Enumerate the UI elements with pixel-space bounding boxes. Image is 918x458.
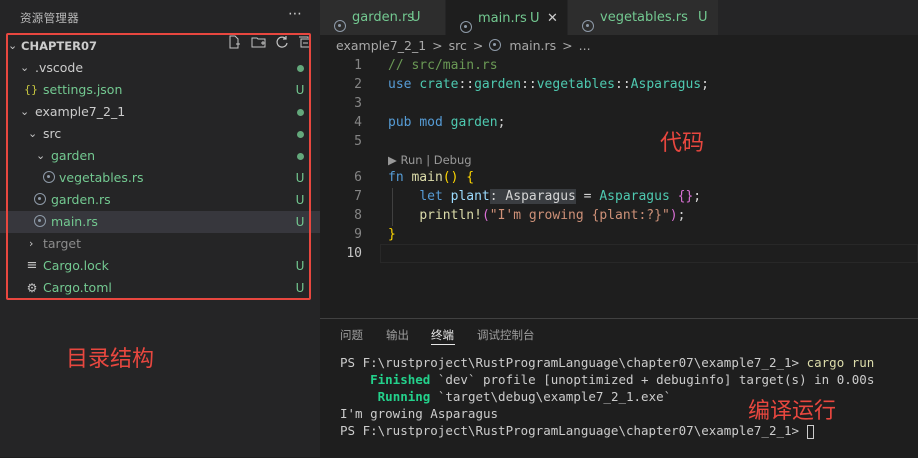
structure-highlight-box [6,33,311,300]
code-token: vegetables [536,77,616,92]
code-token: {} [677,189,694,204]
line-number: 3 [354,96,362,111]
breadcrumb-separator: > [472,38,484,53]
ellipsis-icon[interactable]: ⋯ [288,6,303,22]
line-number: 7 [354,189,362,204]
breadcrumb-item[interactable]: src [449,38,467,53]
explorer-title: 资源管理器 [20,11,79,25]
line-number: 1 [354,58,362,73]
breadcrumb-item[interactable]: example7_2_1 [336,38,426,53]
code-token: = [575,189,600,204]
annotation-code: 代码 [660,131,705,156]
tab-label: garden.rs [352,10,415,25]
tab-problems[interactable]: 问题 [340,327,363,343]
tab-label: vegetables.rs [600,10,688,25]
code-token: "I'm growing {plant:?}" [489,208,670,223]
code-token: :: [521,77,537,92]
code-token: ; [693,189,702,204]
code-line[interactable]: fn main() { [388,170,474,185]
breadcrumb-item[interactable]: main.rs [509,38,556,53]
git-status-badge: U [698,10,708,25]
terminal-text: `dev` profile [unoptimized + debuginfo] … [430,372,875,387]
run-debug-codelens[interactable]: ▶ Run | Debug [388,153,472,167]
code-line[interactable]: println!("I'm growing {plant:?}"); [388,208,685,223]
active-tab-indicator [431,344,455,345]
breadcrumb-item[interactable]: ... [579,38,591,53]
close-icon[interactable]: ✕ [547,1,558,36]
code-token: ) [669,208,678,223]
tab-terminal[interactable]: 终端 [431,327,454,343]
line-number: 5 [354,134,362,149]
code-token: crate [419,77,459,92]
annotation-build-run: 编译运行 [748,399,837,424]
code-line[interactable]: // src/main.rs [388,58,498,73]
terminal-text: `target\debug\example7_2_1.exe` [430,389,672,404]
tab-garden-rs[interactable]: garden.rs U [320,0,445,35]
breadcrumb: example7_2_1 > src > main.rs > ... [336,38,593,53]
code-token: Asparagus [599,189,670,204]
code-line[interactable]: } [388,227,396,242]
breadcrumb-separator: > [562,38,573,53]
tab-debug-console[interactable]: 调试控制台 [477,327,535,343]
terminal-line: I'm growing Asparagus [340,406,498,421]
annotation-structure: 目录结构 [66,347,155,372]
git-status-badge: U [411,10,421,25]
rust-file-icon [489,38,503,53]
code-token: ( [481,208,490,223]
tab-vegetables-rs[interactable]: vegetables.rs U [568,0,718,35]
code-token: :: [615,77,631,92]
tab-main-rs[interactable]: main.rs U ✕ [446,0,567,35]
terminal-prompt: PS F:\rustproject\RustProgramLanguage\ch… [340,355,807,370]
git-status-badge: U [530,11,540,26]
code-token: ; [701,77,709,92]
terminal-output: I'm growing Asparagus [340,406,499,421]
code-token: ; [497,115,506,130]
terminal-line: Running `target\debug\example7_2_1.exe` [340,389,672,404]
code-token: garden [450,115,498,130]
line-number: 10 [346,246,362,261]
terminal-line: Finished `dev` profile [unoptimized + de… [340,372,874,387]
code-line[interactable]: pub mod garden; [388,115,505,130]
line-number: 4 [354,115,362,130]
code-token: let [419,189,443,204]
code-token: use [388,77,412,92]
code-comment: // src/main.rs [388,58,498,73]
terminal-command: cargo run [806,355,875,370]
code-token: garden [474,77,522,92]
code-token: pub [388,115,412,130]
code-token: ; [677,208,686,223]
tab-output[interactable]: 输出 [386,327,409,343]
terminal-line: PS F:\rustproject\RustProgramLanguage\ch… [340,355,874,370]
code-token: } [388,227,396,242]
code-token: main [411,170,443,185]
explorer-sidebar: 资源管理器 ⋯ ⌄ CHAPTER07 ⌄ .vscode {} setting… [0,0,320,457]
code-token: Asparagus [630,77,702,92]
inlay-type-hint: : Asparagus [489,189,576,204]
line-number: 2 [354,77,362,92]
breadcrumb-separator: > [432,38,443,53]
code-token: :: [458,77,475,92]
code-token: { [466,170,475,185]
terminal-line[interactable]: PS F:\rustproject\RustProgramLanguage\ch… [340,423,814,439]
terminal-keyword: Finished [370,372,431,387]
code-token: println! [419,208,482,223]
code-token: mod [419,115,443,130]
line-number: 9 [354,227,362,242]
terminal-keyword: Running [377,389,431,404]
code-token: fn [388,170,404,185]
code-line[interactable]: use crate::garden::vegetables::Asparagus… [388,77,709,92]
editor-tab-bar: garden.rs U main.rs U ✕ vegetables.rs U [320,0,918,35]
line-number: 8 [354,208,362,223]
terminal-prompt: PS F:\rustproject\RustProgramLanguage\ch… [340,423,807,438]
code-token: () [442,170,459,185]
code-line[interactable]: let plant: Asparagus = Asparagus {}; [388,189,701,204]
code-token: plant [450,189,490,204]
current-line-highlight [380,244,918,263]
line-number: 6 [354,170,362,185]
terminal-cursor [806,424,814,439]
tab-label: main.rs [478,11,527,26]
